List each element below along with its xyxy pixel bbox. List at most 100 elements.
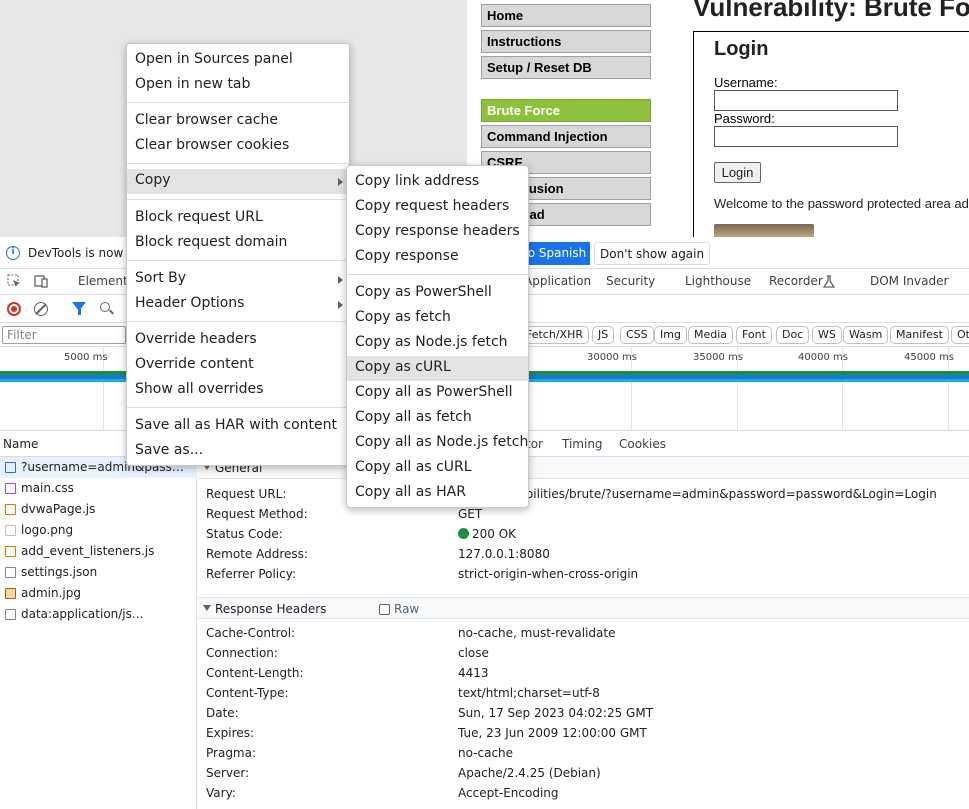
menu-item-copy-all-as-nodejs-fetch[interactable]: Copy all as Node.js fetch (347, 431, 528, 456)
copy-submenu: Copy link address Copy request headers C… (346, 165, 529, 508)
menu-brute-force[interactable]: Brute Force (481, 99, 651, 122)
menu-item-override-content[interactable]: Override content (127, 353, 349, 378)
header-value: 127.0.0.1:8080 (458, 547, 550, 561)
device-toolbar-icon[interactable] (34, 274, 48, 288)
request-row[interactable]: data:application/js... (0, 604, 197, 625)
page-title: Vulnerability: Brute Fo (693, 0, 969, 22)
menu-instructions[interactable]: Instructions (481, 30, 651, 53)
menu-item-clear-cookies[interactable]: Clear browser cookies (127, 134, 349, 159)
menu-setup-reset-db[interactable]: Setup / Reset DB (481, 56, 651, 79)
header-key: Referrer Policy: (206, 567, 296, 581)
login-button[interactable]: Login (714, 162, 761, 183)
menu-item-copy-all-as-fetch[interactable]: Copy all as fetch (347, 406, 528, 431)
chip-fetch-xhr[interactable]: Fetch/XHR (522, 326, 589, 344)
submenu-arrow-icon (338, 276, 343, 284)
request-row[interactable]: logo.png (0, 520, 197, 541)
raw-checkbox[interactable] (379, 604, 390, 615)
tab-application[interactable]: Application (524, 274, 591, 288)
header-key: Connection: (206, 646, 278, 660)
menu-item-copy-as-powershell[interactable]: Copy as PowerShell (347, 281, 528, 306)
login-heading: Login (714, 38, 769, 60)
chip-ws[interactable]: WS (812, 326, 842, 344)
menu-item-copy-as-curl[interactable]: Copy as cURL (347, 356, 528, 381)
filter-icon[interactable] (72, 302, 86, 315)
menu-item-block-url[interactable]: Block request URL (127, 206, 349, 231)
chip-img[interactable]: Img (654, 326, 687, 344)
menu-item-copy-as-nodejs-fetch[interactable]: Copy as Node.js fetch (347, 331, 528, 356)
header-key: Vary: (206, 786, 236, 800)
file-icon (5, 567, 16, 578)
menu-item-copy-as-fetch[interactable]: Copy as fetch (347, 306, 528, 331)
header-key: Expires: (206, 726, 254, 740)
chip-other[interactable]: Ot (951, 326, 969, 344)
menu-item-save-as[interactable]: Save as... (127, 439, 349, 464)
menu-item-copy-all-as-powershell[interactable]: Copy all as PowerShell (347, 381, 528, 406)
header-value: close (458, 646, 489, 660)
request-name: add_event_listeners.js (21, 544, 155, 558)
header-row: Cache-Control: no-cache, must-revalidate (198, 623, 969, 643)
chip-font[interactable]: Font (736, 326, 772, 344)
image-icon (5, 588, 16, 599)
menu-item-open-in-new-tab[interactable]: Open in new tab (127, 73, 349, 98)
request-row[interactable]: admin.jpg (0, 583, 197, 604)
menu-item-save-har[interactable]: Save all as HAR with content (127, 414, 349, 439)
tab-security[interactable]: Security (606, 274, 655, 288)
menu-item-sort-by[interactable]: Sort By (127, 267, 349, 292)
menu-item-copy-all-as-har[interactable]: Copy all as HAR (347, 481, 528, 506)
response-headers-section-header[interactable]: Response Headers Raw (198, 597, 969, 619)
dont-show-again-button[interactable]: Don't show again (594, 242, 711, 265)
request-row[interactable]: settings.json (0, 562, 197, 583)
menu-command-injection[interactable]: Command Injection (481, 125, 651, 148)
header-row: Pragma: no-cache (198, 743, 969, 763)
menu-item-override-headers[interactable]: Override headers (127, 328, 349, 353)
timeline-tick-label: 40000 ms (798, 352, 848, 363)
chip-manifest[interactable]: Manifest (890, 326, 949, 344)
menu-item-copy-response[interactable]: Copy response (347, 245, 528, 270)
menu-item-block-domain[interactable]: Block request domain (127, 231, 349, 256)
inspect-element-icon[interactable] (7, 274, 21, 288)
chip-doc[interactable]: Doc (776, 326, 810, 344)
collapse-triangle-icon (203, 605, 211, 611)
request-row[interactable]: add_event_listeners.js (0, 541, 197, 562)
timeline-tick-label: 45000 ms (904, 352, 954, 363)
header-value: no-cache (458, 746, 514, 760)
tab-cookies[interactable]: Cookies (619, 437, 666, 451)
header-row: Connection: close (198, 643, 969, 663)
request-row[interactable]: dvwaPage.js (0, 499, 197, 520)
filter-input[interactable]: Filter (2, 326, 126, 344)
menu-item-copy-request-headers[interactable]: Copy request headers (347, 195, 528, 220)
welcome-image (714, 224, 814, 237)
request-name: dvwaPage.js (21, 502, 96, 516)
menu-item-copy-response-headers[interactable]: Copy response headers (347, 220, 528, 245)
flask-icon (822, 275, 836, 288)
menu-item-open-in-sources[interactable]: Open in Sources panel (127, 48, 349, 73)
clear-icon[interactable] (34, 302, 48, 316)
chip-css[interactable]: CSS (620, 326, 654, 344)
menu-item-clear-cache[interactable]: Clear browser cache (127, 109, 349, 134)
header-row: Status Code: 200 OK (198, 524, 969, 544)
menu-item-copy-link-address[interactable]: Copy link address (347, 170, 528, 195)
menu-item-sort-by-label: Sort By (135, 270, 187, 286)
search-icon[interactable] (100, 302, 110, 312)
menu-item-copy-all-as-curl[interactable]: Copy all as cURL (347, 456, 528, 481)
username-input[interactable] (714, 90, 898, 111)
menu-item-copy[interactable]: Copy (127, 169, 349, 194)
chip-wasm[interactable]: Wasm (843, 326, 889, 344)
record-icon[interactable] (7, 302, 21, 316)
tab-recorder[interactable]: Recorder (769, 274, 823, 288)
header-row: Vary: Accept-Encoding (198, 783, 969, 803)
header-row: Request Method: GET (198, 504, 969, 524)
menu-home[interactable]: Home (481, 4, 651, 27)
tab-timing[interactable]: Timing (562, 437, 603, 451)
header-key: Content-Length: (206, 666, 304, 680)
menu-item-show-all-overrides[interactable]: Show all overrides (127, 378, 349, 403)
tab-lighthouse[interactable]: Lighthouse (685, 274, 751, 288)
request-row[interactable]: main.css (0, 478, 197, 499)
password-input[interactable] (714, 126, 898, 147)
chip-media[interactable]: Media (688, 326, 734, 344)
menu-item-header-options[interactable]: Header Options (127, 292, 349, 317)
chip-js[interactable]: JS (592, 326, 615, 344)
tab-dom-invader[interactable]: DOM Invader (870, 274, 948, 288)
header-row: Content-Length: 4413 (198, 663, 969, 683)
menu-separator (127, 407, 349, 408)
